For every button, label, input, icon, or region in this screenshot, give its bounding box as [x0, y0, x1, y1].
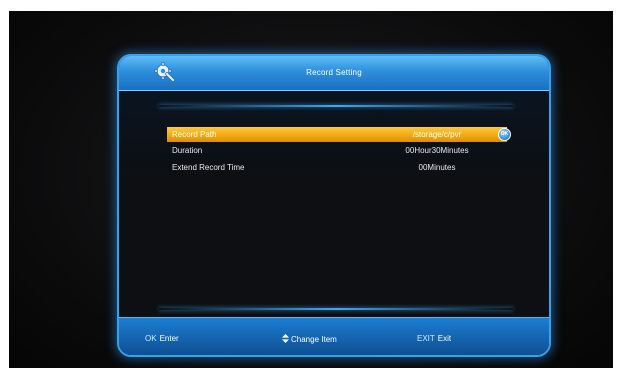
- dialog-header: Record Setting: [119, 56, 549, 91]
- key-hint-bar: OK Enter Change Item EXIT Exit: [119, 317, 549, 355]
- settings-list: Record Path /storage/c/pvr OK Duration 0…: [119, 91, 549, 321]
- setting-label: Record Path: [172, 130, 217, 139]
- exit-key-label: EXIT: [417, 334, 435, 343]
- setting-value: 00Minutes: [418, 163, 456, 172]
- setting-value: /storage/c/pvr: [412, 130, 462, 139]
- setting-label: Extend Record Time: [172, 163, 245, 172]
- hint-change-item[interactable]: Change Item: [282, 334, 337, 344]
- divider-top: [159, 105, 513, 107]
- ok-icon[interactable]: OK: [498, 128, 511, 141]
- divider-bottom: [159, 308, 513, 310]
- setting-value: 00Hour30Minutes: [405, 146, 469, 155]
- hint-exit[interactable]: EXIT Exit: [417, 334, 451, 343]
- setting-row-extend-record-time[interactable]: Extend Record Time 00Minutes: [167, 160, 507, 175]
- exit-action-label: Exit: [437, 334, 452, 343]
- setting-row-record-path[interactable]: Record Path /storage/c/pvr OK: [167, 127, 511, 142]
- hint-ok-enter[interactable]: OK Enter: [145, 334, 179, 343]
- change-action-label: Change Item: [291, 335, 337, 344]
- setting-label: Duration: [172, 146, 203, 155]
- ok-action-label: Enter: [159, 334, 179, 343]
- up-down-arrows-icon: [282, 334, 289, 343]
- ok-key-label: OK: [145, 334, 157, 343]
- record-setting-dialog: Record Setting Record Path /storage/c/pv…: [117, 54, 551, 357]
- tv-screen: Record Setting Record Path /storage/c/pv…: [9, 11, 613, 368]
- dialog-title: Record Setting: [306, 68, 362, 77]
- setting-row-duration[interactable]: Duration 00Hour30Minutes: [167, 143, 507, 158]
